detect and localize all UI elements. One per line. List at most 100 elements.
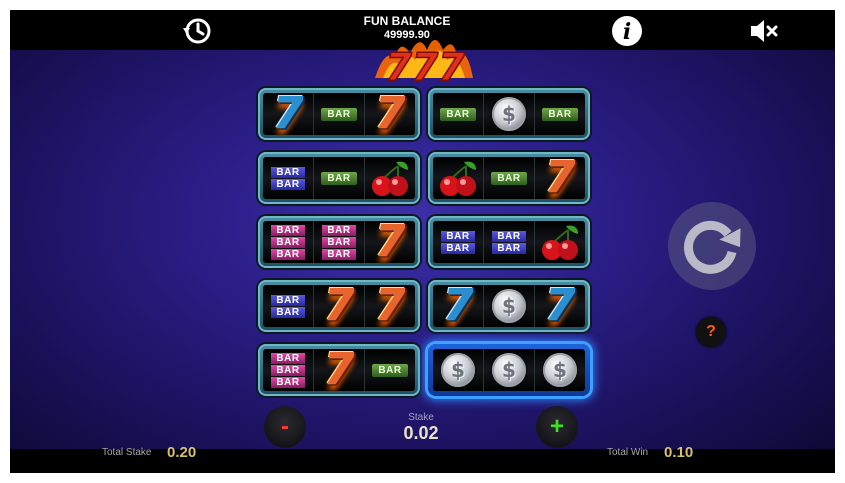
single-bar-symbol: BAR	[372, 363, 408, 377]
dollar-coin-symbol: $	[543, 353, 577, 387]
reel-cell: BAR BAR	[484, 221, 535, 263]
orange-seven-symbol: 7	[323, 349, 355, 391]
bar-label: BAR	[271, 248, 305, 260]
dollar-coin-symbol: $	[492, 97, 526, 131]
bar-label: BAR	[271, 306, 305, 318]
info-icon[interactable]: i	[610, 14, 644, 48]
bar-label: BAR	[441, 242, 475, 254]
reel-cell: $	[484, 349, 535, 391]
reel-cell	[433, 157, 484, 199]
triple-bar-symbol: BAR BAR BAR	[322, 224, 356, 260]
single-bar-symbol: BAR	[491, 171, 527, 185]
bar-label: BAR	[271, 376, 305, 388]
speaker-muted-icon[interactable]	[747, 14, 781, 48]
reel-cell: BAR	[535, 93, 585, 135]
reel-set: 7 BAR 7	[258, 88, 420, 140]
reel-cell: 7	[365, 93, 415, 135]
reel-set: BAR BAR BAR BAR	[428, 216, 590, 268]
orange-seven-symbol: 7	[374, 285, 406, 327]
stake-label: Stake	[408, 412, 434, 423]
stake-value: 0.02	[403, 423, 439, 443]
reel-cell: 7	[263, 93, 314, 135]
stake-decrease-button[interactable]: -	[264, 406, 306, 448]
reel-cell: $	[484, 285, 535, 327]
bar-label: BAR	[271, 236, 305, 248]
total-stake-value: 0.20	[167, 444, 197, 461]
reel-cell: BAR	[314, 157, 365, 199]
blue-seven-symbol: 7	[272, 93, 304, 135]
single-bar-symbol: BAR	[440, 107, 476, 121]
reel-cell: BAR BAR BAR	[263, 221, 314, 263]
help-button[interactable]: ?	[696, 317, 726, 347]
cherry-icon	[542, 225, 578, 260]
blue-seven-symbol: 7	[544, 285, 576, 327]
reel-set: BAR $ BAR	[428, 88, 590, 140]
orange-seven-symbol: 7	[374, 221, 406, 263]
reel-window: $ $ $	[433, 349, 585, 391]
bar-label: BAR	[271, 224, 305, 236]
reel-cell: 7	[365, 285, 415, 327]
triple-bar-symbol: BAR BAR BAR	[271, 224, 305, 260]
bar-label: BAR	[322, 236, 356, 248]
single-bar-symbol: BAR	[321, 171, 357, 185]
balance-value: 49999.90	[384, 29, 430, 41]
reel-window: BAR 7	[433, 157, 585, 199]
reel-set-winning: $ $ $	[428, 344, 590, 396]
cherry-icon	[440, 161, 476, 196]
bar-label: BAR	[271, 352, 305, 364]
total-win-label: Total Win	[607, 447, 649, 458]
reel-cell: BAR BAR BAR	[263, 349, 314, 391]
reel-set: BAR 7	[428, 152, 590, 204]
reel-set: BAR BAR 7 7	[258, 280, 420, 332]
double-bar-symbol: BAR BAR	[441, 230, 475, 254]
reel-cell: 7	[535, 157, 585, 199]
reel-cell: 7	[365, 221, 415, 263]
svg-text:i: i	[623, 19, 631, 45]
reel-window: BAR BAR BAR BAR BAR BAR 7	[263, 221, 415, 263]
total-stake-label: Total Stake	[102, 447, 152, 458]
double-bar-symbol: BAR BAR	[271, 294, 305, 318]
reel-window: BAR BAR BAR 7 BAR	[263, 349, 415, 391]
orange-seven-symbol: 7	[544, 157, 576, 199]
bar-label: BAR	[322, 224, 356, 236]
game-frame: FUN BALANCE 49999.90 777 i 7 BAR 7 BAR $ BAR B…	[10, 10, 835, 473]
reel-cell: 7	[314, 349, 365, 391]
spin-button[interactable]	[666, 200, 758, 292]
reel-set: BAR BAR BAR	[258, 152, 420, 204]
reel-window: 7 $7	[433, 285, 585, 327]
reel-cell: BAR BAR	[433, 221, 484, 263]
stake-increase-button[interactable]: +	[536, 406, 578, 448]
reel-window: BAR BAR 7 7	[263, 285, 415, 327]
reel-cell: $	[535, 349, 585, 391]
double-bar-symbol: BAR BAR	[271, 166, 305, 190]
reel-set: 7 $7	[428, 280, 590, 332]
cherry-icon	[372, 161, 408, 196]
reel-window: BAR $ BAR	[433, 93, 585, 135]
reel-cell: BAR BAR	[263, 285, 314, 327]
bar-label: BAR	[271, 294, 305, 306]
reel-cell: BAR BAR	[263, 157, 314, 199]
history-clock-icon[interactable]	[180, 14, 214, 48]
bar-label: BAR	[271, 166, 305, 178]
reel-cell: BAR	[433, 93, 484, 135]
reel-cell: BAR BAR BAR	[314, 221, 365, 263]
reel-cell: $	[484, 93, 535, 135]
orange-seven-symbol: 7	[323, 285, 355, 327]
reel-window: BAR BAR BAR	[263, 157, 415, 199]
single-bar-symbol: BAR	[321, 107, 357, 121]
reel-cell: 7	[433, 285, 484, 327]
bar-label: BAR	[441, 230, 475, 242]
bar-label: BAR	[271, 364, 305, 376]
dollar-coin-symbol: $	[492, 289, 526, 323]
orange-seven-symbol: 7	[374, 93, 406, 135]
balance-label: FUN BALANCE	[363, 14, 451, 28]
reel-window: 7 BAR 7	[263, 93, 415, 135]
reel-cell	[365, 157, 415, 199]
reel-set: BAR BAR BAR 7 BAR	[258, 344, 420, 396]
bar-label: BAR	[492, 230, 526, 242]
logo-sevens: 777	[385, 45, 465, 86]
dollar-coin-symbol: $	[441, 353, 475, 387]
reel-window: BAR BAR BAR BAR	[433, 221, 585, 263]
double-bar-symbol: BAR BAR	[492, 230, 526, 254]
reel-cell: $	[433, 349, 484, 391]
